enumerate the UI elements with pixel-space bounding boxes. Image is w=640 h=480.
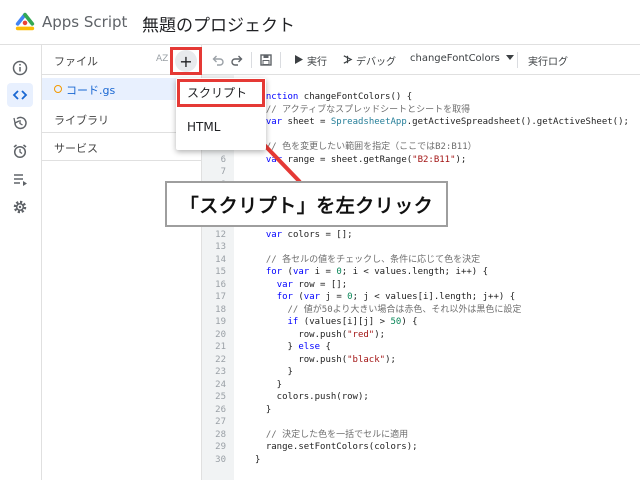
code-line[interactable]: // 決定した色を一括でセルに適用 [255,429,408,442]
run-button[interactable]: 実行 [295,53,327,68]
debug-button[interactable]: デバッグ [342,53,396,68]
line-number: 12 [215,229,226,240]
function-select[interactable]: changeFontColors [410,53,515,64]
code-editor[interactable]: 1234567891011121314151617181920212223242… [202,75,640,480]
toolbar-separator [517,52,518,68]
run-label: 実行 [307,57,327,68]
editor-toolbar: 実行 デバッグ changeFontColors 実行ログ [202,45,640,75]
code-line[interactable]: } else { [255,341,331,354]
code-line[interactable]: row.push("red"); [255,329,385,342]
code-line[interactable]: // アクティブなスプレッドシートとシートを取得 [255,104,470,117]
code-line[interactable]: } [255,379,282,392]
line-number: 28 [215,429,226,440]
line-number: 25 [215,392,226,402]
line-number: 13 [215,242,226,252]
line-number: 22 [215,354,226,365]
code-line[interactable]: row.push("black"); [255,354,396,367]
line-number: 17 [215,292,226,302]
gear-icon [13,200,27,214]
line-number: 15 [215,267,226,277]
toolbar-separator [251,52,252,68]
menu-item-html[interactable]: HTML [176,113,266,141]
callout-text: 「スクリプト」を左クリック [179,194,434,217]
settings-button[interactable] [7,195,33,219]
code-line[interactable]: // 色を変更したい範囲を指定（ここではB2:B11） [255,141,477,154]
save-icon[interactable] [259,53,273,67]
line-number: 24 [215,379,226,390]
code-line[interactable]: for (var j = 0; j < values[i].length; j+… [255,291,515,304]
play-icon [295,55,303,64]
top-bar: Apps Script 無題のプロジェクト [0,0,640,45]
code-line[interactable]: var colors = []; [255,229,353,242]
code-line[interactable]: } [255,454,260,467]
services-label: サービス [54,142,98,155]
code-line[interactable]: var range = sheet.getRange("B2:B11"); [255,154,467,167]
line-number: 14 [215,254,226,265]
code-line[interactable]: } [255,366,293,379]
code-line[interactable]: range.setFontColors(colors); [255,441,418,454]
undo-icon[interactable] [211,53,225,67]
line-number: 26 [215,404,226,415]
info-icon [12,60,28,76]
code-icon [12,90,28,100]
code-line[interactable]: function changeFontColors() { [255,91,412,104]
line-number: 16 [215,279,226,290]
project-title[interactable]: 無題のプロジェクト [142,11,295,36]
code-line[interactable]: // 各セルの値をチェックし、条件に応じて色を決定 [255,254,480,267]
files-title: ファイル [54,55,98,68]
triggers-button[interactable] [7,139,33,163]
line-number: 29 [215,442,226,452]
function-name: changeFontColors [410,53,500,64]
overview-button[interactable] [7,56,33,80]
instruction-callout: 「スクリプト」を左クリック [165,181,448,227]
libraries-label: ライブラリ [54,114,109,127]
code-line[interactable]: // 値が50より大きい場合は赤色、それ以外は黒色に設定 [255,304,522,317]
add-button-highlight [170,47,202,75]
line-number: 6 [220,154,226,165]
file-name: コード.gs [66,84,116,97]
alarm-icon [13,144,27,159]
history-icon [13,116,27,130]
code-line[interactable]: var row = []; [255,279,347,292]
sort-az-icon[interactable]: AZ [156,54,168,64]
line-number: 7 [220,167,226,177]
debug-label: デバッグ [356,57,396,68]
debug-icon [343,55,353,64]
line-number: 19 [215,317,226,327]
line-number: 23 [215,367,226,377]
line-number: 30 [215,454,226,465]
line-number: 21 [215,342,226,352]
file-status-icon [54,85,62,93]
executions-button[interactable] [7,167,33,191]
code-line[interactable]: } [255,404,271,417]
toolbar-separator [280,52,281,68]
editor-button[interactable] [7,83,33,107]
code-line[interactable]: var sheet = SpreadsheetApp.getActiveSpre… [255,116,629,129]
line-number: 27 [215,417,226,427]
files-header: ファイル AZ + [42,45,202,75]
app-name: Apps Script [42,13,128,31]
line-number: 18 [215,304,226,315]
history-button[interactable] [7,111,33,135]
script-item-highlight [177,79,265,107]
execution-log-button[interactable]: 実行ログ [528,53,568,68]
apps-script-logo-icon [15,12,35,31]
chevron-down-icon [506,55,515,60]
code-line[interactable]: colors.push(row); [255,391,369,404]
redo-icon[interactable] [230,53,244,67]
code-line[interactable]: for (var i = 0; i < values.length; i++) … [255,266,488,279]
code-line[interactable]: if (values[i][j] > 50) { [255,316,418,329]
list-run-icon [14,174,27,186]
left-rail [0,45,42,480]
apps-script-editor: Apps Script 無題のプロジェクト ファイル AZ + コード.gs ラ… [0,0,640,480]
line-number: 20 [215,329,226,340]
